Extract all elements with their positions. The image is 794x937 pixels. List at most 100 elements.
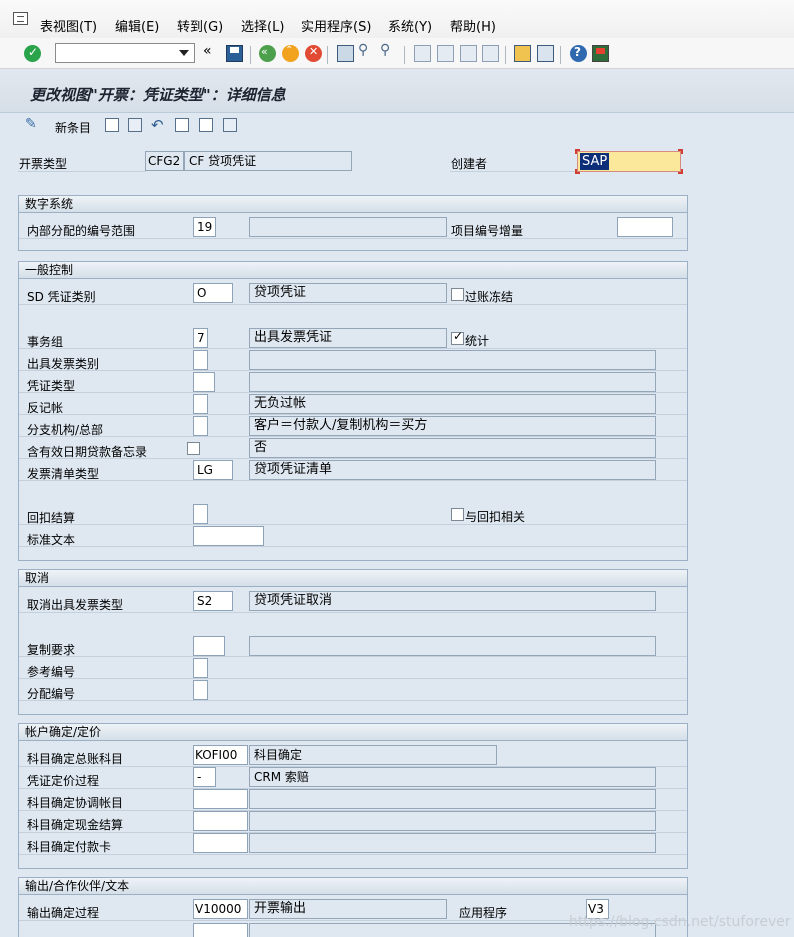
menu-help[interactable]: 帮助(H) bbox=[450, 16, 496, 35]
cancellation-type-field[interactable]: S2 bbox=[193, 591, 233, 611]
branch-head-office-description: 客户＝付款人/复制机构＝买方 bbox=[249, 416, 656, 436]
next-page-icon[interactable] bbox=[460, 45, 477, 62]
rebate-relevant-label: 与回扣相关 bbox=[465, 510, 526, 524]
first-page-icon[interactable] bbox=[414, 45, 431, 62]
invoice-list-type-field[interactable]: LG bbox=[193, 460, 233, 480]
output-procedure-field[interactable]: V10000 bbox=[193, 899, 248, 919]
invoice-list-type-description: 贷项凭证清单 bbox=[249, 460, 656, 480]
pricing-procedure-field[interactable]: - bbox=[193, 767, 216, 787]
credit-memo-validity-description: 否 bbox=[249, 438, 656, 458]
copy-icon[interactable] bbox=[105, 118, 119, 132]
transaction-group-field[interactable]: 7 bbox=[193, 328, 208, 348]
cancellation-type-label: 取消出具发票类型 bbox=[27, 598, 124, 612]
credit-memo-validity-checkbox[interactable] bbox=[187, 442, 200, 455]
command-field[interactable] bbox=[55, 43, 195, 63]
system-menu-icon[interactable] bbox=[13, 12, 28, 25]
last-page-icon[interactable] bbox=[482, 45, 499, 62]
exit-icon[interactable]: ⌃ bbox=[282, 45, 299, 62]
rebate-settlement-field[interactable] bbox=[193, 504, 208, 524]
statistics-checkbox[interactable] bbox=[451, 329, 464, 345]
payment-card-description bbox=[249, 833, 656, 853]
posting-block-label: 过账冻结 bbox=[465, 290, 514, 304]
internal-range-label: 内部分配的编号范围 bbox=[27, 224, 136, 238]
copy-requirements-field[interactable] bbox=[193, 636, 225, 656]
billing-category-field[interactable] bbox=[193, 350, 208, 370]
internal-range-description bbox=[249, 217, 447, 237]
application-toolbar: ✎ 新条目 ↶ bbox=[0, 114, 794, 138]
application-label: 应用程序 bbox=[459, 906, 508, 920]
numbering-group: 数字系统 内部分配的编号范围 19 项目编号增量 bbox=[18, 195, 688, 251]
assignment-number-field[interactable] bbox=[193, 680, 208, 700]
payment-card-field[interactable] bbox=[193, 833, 248, 853]
general-control-group: 一般控制 SD 凭证类别 O 贷项凭证 过账冻结 事务组 7 出具发票凭证 统计… bbox=[18, 261, 688, 561]
menu-edit[interactable]: 编辑(E) bbox=[115, 16, 159, 35]
cancellation-group: 取消 取消出具发票类型 S2 贷项凭证取消 复制要求 参考编号 分配编号 bbox=[18, 569, 688, 715]
negative-posting-field[interactable] bbox=[193, 394, 208, 414]
output-procedure-label: 输出确定过程 bbox=[27, 906, 100, 920]
pricing-procedure-description: CRM 索赔 bbox=[249, 767, 656, 787]
previous-entry-icon[interactable] bbox=[175, 118, 189, 132]
reconciliation-account-field[interactable] bbox=[193, 789, 248, 809]
page-title: 更改视图"开票：凭证类型"：详细信息 bbox=[30, 86, 286, 104]
prev-page-icon[interactable] bbox=[437, 45, 454, 62]
reconciliation-account-label: 科目确定协调帐目 bbox=[27, 796, 124, 810]
select-all-icon[interactable] bbox=[223, 118, 237, 132]
cancellation-title: 取消 bbox=[19, 570, 687, 587]
layout-icon[interactable] bbox=[592, 45, 609, 62]
menu-utilities[interactable]: 实用程序(S) bbox=[301, 16, 371, 35]
menu-bar: 表视图(T) 编辑(E) 转到(G) 选择(L) 实用程序(S) 系统(Y) 帮… bbox=[0, 0, 794, 38]
numbering-group-title: 数字系统 bbox=[19, 196, 687, 213]
display-change-icon[interactable]: ✎ bbox=[25, 116, 42, 133]
reconciliation-account-description bbox=[249, 789, 656, 809]
branch-head-office-field[interactable] bbox=[193, 416, 208, 436]
sap-window: 表视图(T) 编辑(E) 转到(G) 选择(L) 实用程序(S) 系统(Y) 帮… bbox=[0, 0, 794, 937]
created-by-field[interactable]: SAP bbox=[577, 151, 681, 172]
next-entry-icon[interactable] bbox=[199, 118, 213, 132]
cancellation-type-description: 贷项凭证取消 bbox=[249, 591, 656, 611]
menu-selection[interactable]: 选择(L) bbox=[241, 16, 284, 35]
sd-category-field[interactable]: O bbox=[193, 283, 233, 303]
find-next-icon[interactable]: ⚲ bbox=[380, 42, 397, 59]
menu-system[interactable]: 系统(Y) bbox=[388, 16, 432, 35]
posting-block-checkbox[interactable] bbox=[451, 288, 464, 301]
dropdown-arrow-icon[interactable] bbox=[179, 50, 189, 56]
enter-icon[interactable]: ✓ bbox=[24, 45, 41, 62]
find-icon[interactable]: ⚲ bbox=[358, 42, 375, 59]
scroll-left-icon[interactable]: « bbox=[203, 43, 220, 60]
new-session-icon[interactable] bbox=[514, 45, 531, 62]
gl-procedure-field[interactable]: KOFI00 bbox=[193, 745, 248, 765]
copy-requirements-description bbox=[249, 636, 656, 656]
shortcut-icon[interactable] bbox=[537, 45, 554, 62]
billing-category-description bbox=[249, 350, 656, 370]
back-icon[interactable]: « bbox=[259, 45, 276, 62]
document-type-field[interactable] bbox=[193, 372, 215, 392]
item-increment-label: 项目编号增量 bbox=[451, 224, 524, 238]
cash-settlement-field[interactable] bbox=[193, 811, 248, 831]
standard-text-field[interactable] bbox=[193, 526, 264, 546]
title-bar: 更改视图"开票：凭证类型"：详细信息 bbox=[0, 70, 794, 113]
undo-icon[interactable]: ↶ bbox=[151, 116, 168, 134]
pricing-procedure-label: 凭证定价过程 bbox=[27, 774, 100, 788]
help-icon[interactable]: ? bbox=[570, 45, 587, 62]
delete-icon[interactable] bbox=[128, 118, 142, 132]
new-entries-button[interactable]: 新条目 bbox=[55, 119, 91, 136]
output-procedure-description: 开票输出 bbox=[249, 899, 447, 919]
transaction-group-description: 出具发票凭证 bbox=[249, 328, 447, 348]
next-row-field[interactable] bbox=[193, 923, 248, 937]
standard-toolbar: ✓ « « ⌃ ✕ ⚲ ⚲ ? bbox=[0, 38, 794, 69]
menu-table-view[interactable]: 表视图(T) bbox=[40, 16, 97, 35]
cancel-icon[interactable]: ✕ bbox=[305, 45, 322, 62]
rebate-relevant-checkbox[interactable] bbox=[451, 508, 464, 521]
menu-goto[interactable]: 转到(G) bbox=[177, 16, 223, 35]
created-by-value: SAP bbox=[580, 153, 610, 170]
reference-number-field[interactable] bbox=[193, 658, 208, 678]
sd-category-description: 贷项凭证 bbox=[249, 283, 447, 303]
created-by-label: 创建者 bbox=[451, 157, 488, 171]
sd-category-label: SD 凭证类别 bbox=[27, 290, 96, 304]
save-icon[interactable] bbox=[226, 45, 243, 62]
document-type-description bbox=[249, 372, 656, 392]
internal-range-field[interactable]: 19 bbox=[193, 217, 216, 237]
item-increment-field[interactable] bbox=[617, 217, 673, 237]
print-icon[interactable] bbox=[337, 45, 354, 62]
gl-procedure-label: 科目确定总账科目 bbox=[27, 752, 124, 766]
